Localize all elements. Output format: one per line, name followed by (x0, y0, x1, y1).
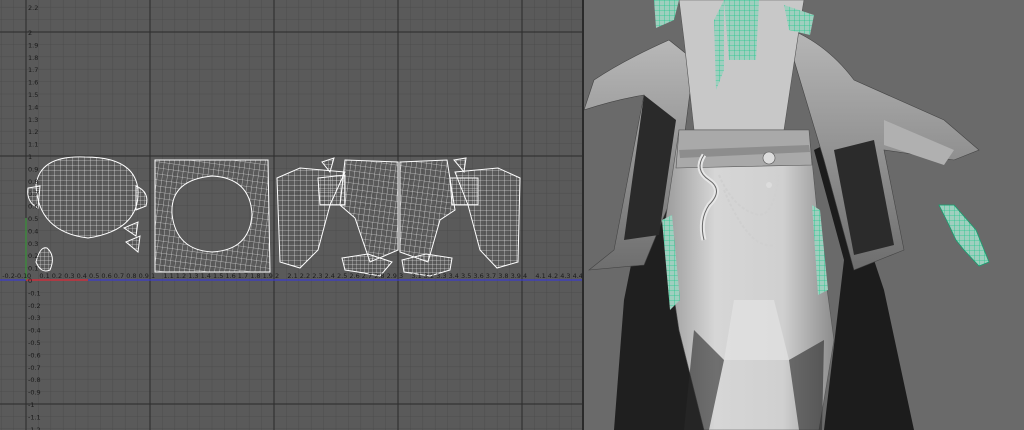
u-tick-label: 1 (151, 272, 155, 280)
u-tick-label: 1.4 (201, 272, 211, 280)
belt-medallion (762, 151, 776, 165)
u-tick-label: 4.1 (535, 272, 545, 280)
u-tick-label: -0.2 (2, 272, 15, 280)
u-tick-label: 1.1 (163, 272, 173, 280)
small-piece-2[interactable] (125, 235, 141, 253)
u-tick-label: 1.3 (188, 272, 198, 280)
v-tick-label: 1.9 (28, 41, 38, 49)
u-tick-label: 0.9 (139, 272, 149, 280)
v-tick-label: 0.6 (28, 203, 38, 211)
u-tick-label: 0 (27, 272, 31, 280)
u-tick-label: 0.1 (39, 272, 49, 280)
face-circle-shell[interactable] (154, 159, 271, 273)
u-tick-label: 0.7 (114, 272, 124, 280)
u-tick-label: 3 (399, 272, 403, 280)
u-tick-label: 3.3 (436, 272, 446, 280)
v-tick-label: -0.3 (28, 314, 41, 322)
perspective-viewport[interactable] (584, 0, 1024, 430)
u-tick-label: 3.5 (461, 272, 471, 280)
v-tick-label: -1.1 (28, 413, 41, 421)
u-tick-label: 0.6 (101, 272, 111, 280)
u-tick-label: 4.2 (548, 272, 558, 280)
v-tick-label: 0.4 (28, 227, 38, 235)
v-tick-label: -1.2 (28, 426, 41, 430)
v-tick-label: 1.6 (28, 79, 38, 87)
v-tick-label: 0.3 (28, 240, 38, 248)
v-tick-label: 1.7 (28, 66, 38, 74)
u-tick-label: 4.4 (573, 272, 582, 280)
v-tick-label: 0.2 (28, 252, 38, 260)
shoulder-left-shell[interactable] (317, 174, 346, 206)
u-tick-label: 2.2 (300, 272, 310, 280)
u-tick-label: 2 (275, 272, 279, 280)
uv-grid-canvas[interactable]: 2.221.91.81.71.61.51.41.31.21.110.90.80.… (0, 0, 582, 430)
shoulder-right-shell[interactable] (449, 177, 479, 206)
u-tick-label: 3.7 (486, 272, 496, 280)
v-tick-label: -0.2 (28, 302, 41, 310)
right-hand (938, 204, 990, 267)
u-tick-label: 1.6 (225, 272, 235, 280)
head-shell[interactable] (35, 156, 139, 239)
v-tick-label: 0.8 (28, 178, 38, 186)
v-tick-label: -0.7 (28, 364, 41, 372)
u-tick-label: 3.1 (411, 272, 421, 280)
v-tick-label: -0.1 (28, 289, 41, 297)
arm-right-shell[interactable] (399, 159, 456, 263)
u-tick-label: 2.9 (387, 272, 397, 280)
ear-right-shell[interactable] (135, 185, 148, 211)
character-model-render[interactable] (584, 0, 1024, 430)
v-tick-label: 0.5 (28, 215, 38, 223)
v-tick-label: -0.5 (28, 339, 41, 347)
u-tick-label: 4 (523, 272, 527, 280)
u-tick-label: 1.9 (263, 272, 273, 280)
u-tick-label: 2.6 (349, 272, 359, 280)
collar-green (724, 0, 759, 60)
u-tick-label: 0.5 (89, 272, 99, 280)
u-tick-label: 3.2 (424, 272, 434, 280)
v-tick-label: 1.2 (28, 128, 38, 136)
u-tick-label: 0.4 (77, 272, 87, 280)
u-tick-label: 1.7 (238, 272, 248, 280)
u-tick-label: 2.3 (312, 272, 322, 280)
u-tick-label: 2.8 (374, 272, 384, 280)
v-tick-label: 1.3 (28, 116, 38, 124)
maya-workspace: 2.2 2 1.9 1.8 1.7 1.6 1.5 1.4 1.3 1.2 1.1 1 0.9 0.8 0.… (0, 0, 1024, 430)
u-tick-label: 0.8 (126, 272, 136, 280)
v-tick-label: 1.8 (28, 54, 38, 62)
v-tick-label: -0.4 (28, 327, 41, 335)
u-tick-label: 2.7 (362, 272, 372, 280)
shoulder-green (654, 0, 679, 28)
u-tick-label: 1.8 (250, 272, 260, 280)
v-tick-label: 0.7 (28, 190, 38, 198)
v-tick-label: -0.8 (28, 376, 41, 384)
u-tick-label: 2.5 (337, 272, 347, 280)
v-tick-label: 1.5 (28, 91, 38, 99)
arm-left-shell[interactable] (339, 159, 399, 263)
u-tick-label: 0.3 (64, 272, 74, 280)
u-tick-label: 2.1 (287, 272, 297, 280)
u-tick-label: 3.6 (473, 272, 483, 280)
v-tick-label: 1 (28, 153, 32, 161)
v-tick-label: 0.9 (28, 165, 38, 173)
u-tick-label: 3.4 (449, 272, 459, 280)
u-tick-label: 4.3 (560, 272, 570, 280)
u-tick-label: 3.8 (498, 272, 508, 280)
v-tick-label: -0.9 (28, 389, 41, 397)
v-tick-label: 2.2 (28, 4, 38, 12)
v-tick-label: 2 (28, 29, 32, 37)
u-tick-label: 1.2 (176, 272, 186, 280)
u-tick-label: 2.4 (325, 272, 335, 280)
v-tick-label: -1 (28, 401, 34, 409)
u-tick-label: 3.9 (511, 272, 521, 280)
uv-editor-panel[interactable]: 2.2 2 1.9 1.8 1.7 1.6 1.5 1.4 1.3 1.2 1.1 1 0.9 0.8 0.… (0, 0, 582, 430)
small-piece-1[interactable] (122, 221, 139, 237)
u-tick-label: 0.2 (52, 272, 62, 280)
u-tick-label: -0.1 (15, 272, 28, 280)
v-tick-label: 1.4 (28, 103, 38, 111)
v-tick-label: 1.1 (28, 141, 38, 149)
v-tick-label: -0.6 (28, 351, 41, 359)
u-tick-label: 1.5 (213, 272, 223, 280)
